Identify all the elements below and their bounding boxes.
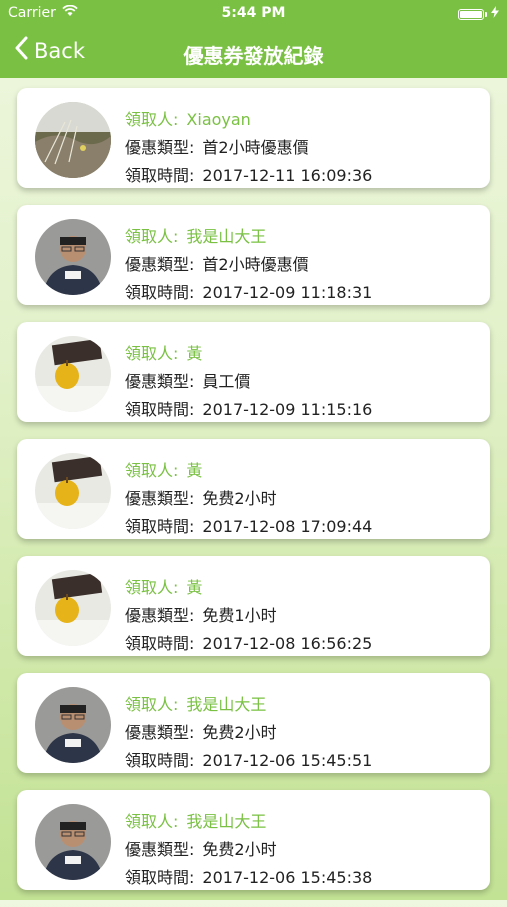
receiver-value: Xiaoyan [186, 110, 251, 129]
receiver-label: 領取人: [125, 812, 179, 831]
receiver-row: 領取人: 黃 [125, 340, 480, 368]
time-label: 領取時間: [125, 283, 195, 302]
record-info: 領取人: 我是山大王 優惠類型: 免费2小时 領取時間: 2017-12-06 15:… [125, 691, 480, 775]
record-card[interactable]: 領取人: 我是山大王 優惠類型: 免费2小时 領取時間: 2017-12-06 15:… [17, 673, 490, 773]
receiver-row: 領取人: Xiaoyan [125, 106, 480, 134]
type-row: 優惠類型: 員工價 [125, 368, 480, 396]
time-row: 領取時間: 2017-12-09 11:18:31 [125, 279, 480, 307]
time-value: 2017-12-08 16:56:25 [202, 634, 373, 653]
battery-icon [458, 8, 487, 20]
record-card[interactable]: 領取人: Xiaoyan 優惠類型: 首2小時優惠價 領取時間: 2017-12-11… [17, 88, 490, 188]
time-label: 領取時間: [125, 751, 195, 770]
time-value: 2017-12-09 11:15:16 [202, 400, 373, 419]
receiver-row: 領取人: 我是山大王 [125, 691, 480, 719]
type-label: 優惠類型: [125, 606, 195, 625]
status-right [458, 6, 499, 22]
avatar-man-photo [35, 687, 111, 763]
nav-bar: Back 優惠券發放紀錄 [0, 28, 507, 78]
type-row: 優惠類型: 免费1小时 [125, 602, 480, 630]
time-label: 領取時間: [125, 868, 195, 887]
type-label: 優惠類型: [125, 255, 195, 274]
record-card[interactable]: 領取人: 黃 優惠類型: 免费2小时 領取時間: 2017-12-08 17:09:4… [17, 439, 490, 539]
avatar-man-photo [35, 804, 111, 880]
type-row: 優惠類型: 首2小時優惠價 [125, 134, 480, 162]
receiver-value: 我是山大王 [186, 695, 267, 714]
time-label: 領取時間: [125, 517, 195, 536]
time-label: 領取時間: [125, 166, 195, 185]
record-list: 領取人: Xiaoyan 優惠類型: 首2小時優惠價 領取時間: 2017-12-11… [17, 88, 490, 907]
record-info: 領取人: Xiaoyan 優惠類型: 首2小時優惠價 領取時間: 2017-12-11… [125, 106, 480, 190]
time-value: 2017-12-06 15:45:51 [202, 751, 373, 770]
receiver-value: 我是山大王 [186, 227, 267, 246]
page-title: 優惠券發放紀錄 [183, 44, 324, 68]
time-value: 2017-12-09 11:18:31 [202, 283, 373, 302]
record-card[interactable]: 領取人: 我是山大王 優惠類型: 首2小時優惠價 領取時間: 2017-12-09 1… [17, 205, 490, 305]
time-label: 領取時間: [125, 400, 195, 419]
record-card[interactable]: 領取人: 我是山大王 優惠類型: 免费2小时 領取時間: 2017-12-06 15:… [17, 790, 490, 890]
type-value: 首2小時優惠價 [202, 138, 309, 157]
time-row: 領取時間: 2017-12-08 17:09:44 [125, 513, 480, 541]
avatar-landscape-photo [35, 102, 111, 178]
receiver-label: 領取人: [125, 461, 179, 480]
time-label: 領取時間: [125, 634, 195, 653]
record-info: 領取人: 黃 優惠類型: 員工價 領取時間: 2017-12-09 11:15:16 [125, 340, 480, 424]
receiver-value: 黃 [186, 578, 203, 597]
record-card[interactable]: 領取人: 黃 優惠類型: 員工價 領取時間: 2017-12-09 11:15:16 [17, 322, 490, 422]
type-row: 優惠類型: 免费2小时 [125, 719, 480, 747]
time-value: 2017-12-08 17:09:44 [202, 517, 373, 536]
charging-icon [491, 6, 499, 22]
record-info: 領取人: 黃 優惠類型: 免费1小时 領取時間: 2017-12-08 16:56:2… [125, 574, 480, 658]
receiver-row: 領取人: 我是山大王 [125, 223, 480, 251]
receiver-value: 黃 [186, 461, 203, 480]
type-value: 免费2小时 [202, 840, 277, 859]
type-row: 優惠類型: 免费2小时 [125, 485, 480, 513]
type-label: 優惠類型: [125, 840, 195, 859]
type-row: 優惠類型: 免费2小时 [125, 836, 480, 864]
type-label: 優惠類型: [125, 138, 195, 157]
type-label: 優惠類型: [125, 372, 195, 391]
status-bar: Carrier 5:44 PM [0, 0, 507, 28]
avatar-pear-photo [35, 453, 111, 529]
record-card[interactable]: 領取人: 黃 優惠類型: 免费1小时 領取時間: 2017-12-08 16:56:2… [17, 556, 490, 656]
time-row: 領取時間: 2017-12-06 15:45:38 [125, 864, 480, 892]
avatar-pear-photo [35, 570, 111, 646]
receiver-row: 領取人: 黃 [125, 457, 480, 485]
type-value: 免费2小时 [202, 723, 277, 742]
receiver-label: 領取人: [125, 110, 179, 129]
receiver-value: 黃 [186, 344, 203, 363]
type-row: 優惠類型: 首2小時優惠價 [125, 251, 480, 279]
receiver-label: 領取人: [125, 227, 179, 246]
time-value: 2017-12-11 16:09:36 [202, 166, 373, 185]
receiver-label: 領取人: [125, 695, 179, 714]
receiver-label: 領取人: [125, 344, 179, 363]
type-label: 優惠類型: [125, 723, 195, 742]
receiver-label: 領取人: [125, 578, 179, 597]
type-value: 免费2小时 [202, 489, 277, 508]
type-label: 優惠類型: [125, 489, 195, 508]
record-info: 領取人: 黃 優惠類型: 免费2小时 領取時間: 2017-12-08 17:09:4… [125, 457, 480, 541]
time-row: 領取時間: 2017-12-08 16:56:25 [125, 630, 480, 658]
time-value: 2017-12-06 15:45:38 [202, 868, 373, 887]
type-value: 首2小時優惠價 [202, 255, 309, 274]
status-time: 5:44 PM [221, 5, 286, 21]
time-row: 領取時間: 2017-12-09 11:15:16 [125, 396, 480, 424]
time-row: 領取時間: 2017-12-06 15:45:51 [125, 747, 480, 775]
receiver-value: 我是山大王 [186, 812, 267, 831]
receiver-row: 領取人: 我是山大王 [125, 808, 480, 836]
avatar-pear-photo [35, 336, 111, 412]
type-value: 免费1小时 [202, 606, 277, 625]
avatar-man-photo [35, 219, 111, 295]
type-value: 員工價 [202, 372, 251, 391]
time-row: 領取時間: 2017-12-11 16:09:36 [125, 162, 480, 190]
receiver-row: 領取人: 黃 [125, 574, 480, 602]
record-info: 領取人: 我是山大王 優惠類型: 首2小時優惠價 領取時間: 2017-12-09 1… [125, 223, 480, 307]
record-info: 領取人: 我是山大王 優惠類型: 免费2小时 領取時間: 2017-12-06 15:… [125, 808, 480, 892]
